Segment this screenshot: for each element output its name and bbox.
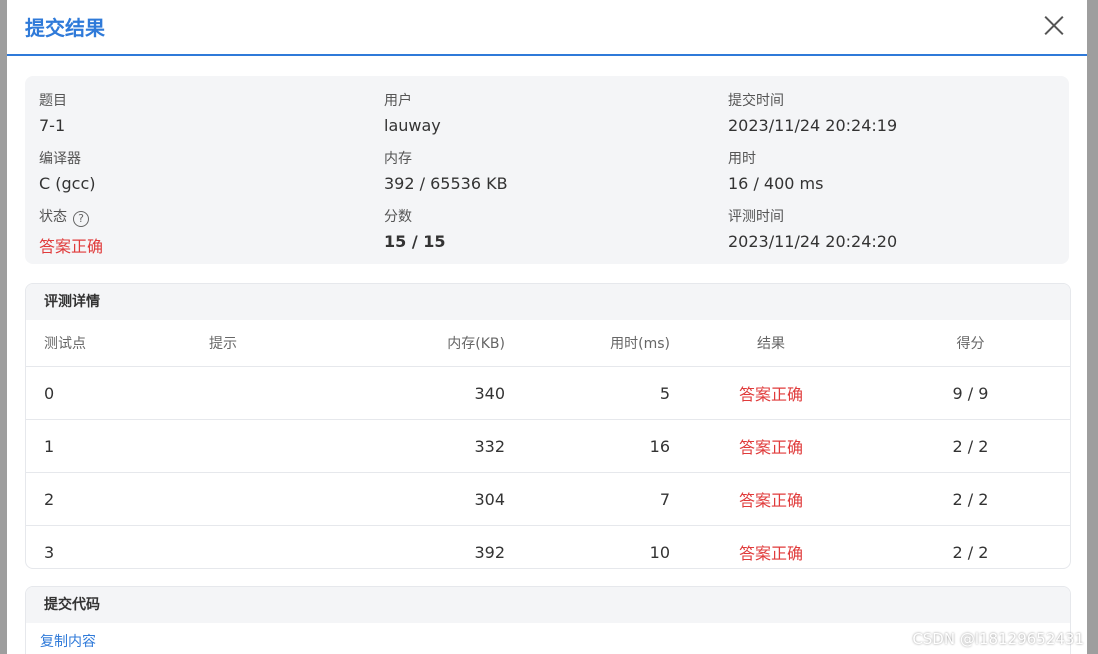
table-row: 1 332 16 答案正确 2 / 2 [26,419,1070,473]
status-label: 状态 [39,209,67,225]
cell-score: 2 / 2 [871,419,1070,473]
compiler-label: 编译器 [39,151,81,167]
watermark: CSDN @l18129652431 [912,630,1084,648]
table-row: 3 392 10 答案正确 2 / 2 [26,526,1070,569]
copy-content-link[interactable]: 复制内容 [40,631,96,651]
cell-result: 答案正确 [671,366,871,420]
cell-case: 2 [26,472,191,526]
col-header-hint: 提示 [191,320,351,367]
table-row: 0 340 5 答案正确 9 / 9 [26,366,1070,420]
user-label: 用户 [384,93,412,109]
judge-details-card: 评测详情 测试点 提示 内存(KB) 用时(ms) 结果 得分 0 340 5 … [25,283,1071,569]
time-field: 用时 16 / 400 ms [728,148,823,193]
cell-case: 3 [44,542,55,562]
memory-field: 内存 392 / 65536 KB [384,148,508,193]
table-header-row: 测试点 提示 内存(KB) 用时(ms) 结果 得分 [26,320,1070,367]
submitted-code-title: 提交代码 [26,587,1070,623]
cell-memory: 332 [351,419,506,473]
compiler-field: 编译器 C (gcc) [39,148,96,193]
problem-field: 题目 7-1 [39,90,67,135]
judge-details-table: 测试点 提示 内存(KB) 用时(ms) 结果 得分 0 340 5 答案正确 … [26,320,1070,569]
cell-result: 答案正确 [671,472,871,526]
cell-time: 10 [649,542,670,562]
memory-value: 392 / 65536 KB [384,174,508,193]
problem-value: 7-1 [39,116,66,135]
compiler-value: C (gcc) [39,174,96,193]
cell-hint [191,366,351,420]
time-value: 16 / 400 ms [728,174,824,193]
judge-time-field: 评测时间 2023/11/24 20:24:20 [728,206,897,251]
table-row: 2 304 7 答案正确 2 / 2 [26,472,1070,526]
cell-hint [191,526,351,569]
cell-result: 答案正确 [671,419,871,473]
submission-result-modal: 提交结果 题目 7-1 用户 lauway 提交时间 2023/11/24 20… [7,0,1087,654]
cell-memory: 392 [474,542,505,562]
status-label-wrap: 状态? [39,206,103,227]
submit-time-value: 2023/11/24 20:24:19 [728,116,898,135]
col-header-case: 测试点 [26,320,191,367]
submit-time-label: 提交时间 [728,93,784,109]
user-value: lauway [384,116,441,135]
judge-time-value: 2023/11/24 20:24:20 [728,232,898,251]
score-label: 分数 [384,209,412,225]
cell-case: 1 [26,419,191,473]
submission-info-panel: 题目 7-1 用户 lauway 提交时间 2023/11/24 20:24:1… [25,76,1069,264]
cell-score: 2 / 2 [952,542,989,562]
col-header-time: 用时(ms) [506,320,671,367]
modal-title: 提交结果 [25,16,105,40]
cell-time: 7 [506,472,671,526]
col-header-memory: 内存(KB) [351,320,506,367]
col-header-score: 得分 [871,320,1070,367]
user-field: 用户 lauway [384,90,441,135]
status-field: 状态? 答案正确 [39,206,103,257]
judge-details-title: 评测详情 [26,284,1070,320]
time-label: 用时 [728,151,756,167]
problem-label: 题目 [39,93,67,109]
cell-hint [191,472,351,526]
cell-score: 9 / 9 [871,366,1070,420]
cell-time: 5 [506,366,671,420]
submit-time-field: 提交时间 2023/11/24 20:24:19 [728,90,897,135]
cell-score: 2 / 2 [871,472,1070,526]
cell-memory: 340 [351,366,506,420]
cell-result: 答案正确 [738,544,803,563]
judge-time-label: 评测时间 [728,209,784,225]
help-circle-icon[interactable]: ? [73,211,89,227]
modal-header: 提交结果 [7,0,1087,56]
close-icon[interactable] [1043,14,1065,36]
score-value: 15 / 15 [384,232,446,251]
memory-label: 内存 [384,151,412,167]
score-field: 分数 15 / 15 [384,206,446,251]
status-value: 答案正确 [39,237,104,256]
cell-time: 16 [506,419,671,473]
col-header-result: 结果 [671,320,871,367]
cell-hint [191,419,351,473]
cell-case: 0 [26,366,191,420]
cell-memory: 304 [351,472,506,526]
